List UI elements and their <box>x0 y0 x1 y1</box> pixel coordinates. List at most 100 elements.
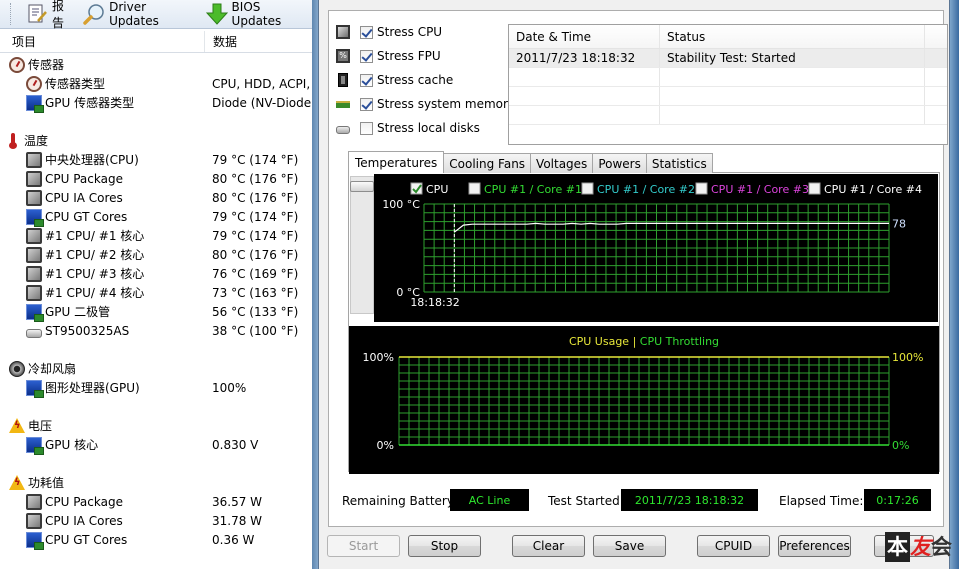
item-value: Diode (NV-Diode) <box>212 95 312 110</box>
column-header-data[interactable]: 数据 <box>204 31 237 52</box>
group-cooling-fans[interactable]: 冷却风扇 <box>0 359 312 378</box>
stress-disks-option[interactable]: Stress local disks <box>336 119 480 137</box>
list-item[interactable]: GPU 二极管 56 °C (133 °F) <box>0 302 312 322</box>
legend-item[interactable]: CPU #1 / Core #2 <box>581 182 695 196</box>
title-part: | <box>633 335 640 348</box>
slider-thumb[interactable] <box>350 181 374 192</box>
list-item[interactable]: CPU Package 80 °C (176 °F) <box>0 169 312 188</box>
group-title: 功耗值 <box>28 476 65 490</box>
group-sensors[interactable]: 传感器 <box>0 55 312 74</box>
group-voltage[interactable]: 电压 <box>0 416 312 435</box>
log-datetime: 2011/7/23 18:18:32 <box>509 49 660 67</box>
list-item[interactable]: #1 CPU/ #4 核心 73 °C (163 °F) <box>0 283 312 302</box>
legend-label: CPU #1 / Core #4 <box>824 183 922 196</box>
warning-icon <box>9 418 25 433</box>
stop-button[interactable]: Stop <box>408 535 481 557</box>
list-item[interactable]: CPU GT Cores 0.36 W <box>0 530 312 550</box>
item-name: #1 CPU/ #4 核心 <box>45 286 145 300</box>
y-axis-left-bottom-label: 0% <box>377 439 394 452</box>
tab-powers[interactable]: Powers <box>592 153 647 173</box>
start-button[interactable]: Start <box>327 535 400 557</box>
group-temperatures[interactable]: 温度 <box>0 131 312 150</box>
gauge-icon <box>26 75 42 92</box>
list-item[interactable]: 图形处理器(GPU) 100% <box>0 378 312 398</box>
list-item[interactable]: 传感器类型 CPU, HDD, ACPI, S <box>0 74 312 93</box>
clear-button[interactable]: Clear <box>512 535 585 557</box>
list-item[interactable]: GPU 传感器类型 Diode (NV-Diode) <box>0 93 312 113</box>
report-button[interactable]: 报告 <box>26 0 75 31</box>
cpuid-button[interactable]: CPUID <box>697 535 770 557</box>
list-item[interactable]: #1 CPU/ #3 核心 76 °C (169 °F) <box>0 264 312 283</box>
chip-icon <box>26 284 42 301</box>
stress-cpu-checkbox[interactable] <box>360 25 373 39</box>
item-value: 31.78 W <box>212 513 263 528</box>
chip-icon <box>26 493 42 510</box>
list-item[interactable]: CPU IA Cores 80 °C (176 °F) <box>0 188 312 207</box>
column-header-status[interactable]: Status <box>660 25 925 48</box>
chip-icon <box>26 246 42 263</box>
stress-cache-label: Stress cache <box>377 73 454 87</box>
group-power[interactable]: 功耗值 <box>0 473 312 492</box>
stress-memory-checkbox[interactable] <box>360 97 373 111</box>
stress-fpu-checkbox[interactable] <box>360 49 373 63</box>
table-row-empty <box>509 87 947 106</box>
table-row[interactable]: 2011/7/23 18:18:32 Stability Test: Start… <box>509 49 947 68</box>
chip-icon <box>26 227 42 244</box>
bios-updates-button[interactable]: BIOS Updates <box>205 0 312 28</box>
tab-statistics[interactable]: Statistics <box>645 153 713 173</box>
item-value: 79 °C (174 °F) <box>212 209 299 224</box>
chart-title: CPU Usage | CPU Throttling <box>569 335 719 348</box>
chart-grid <box>398 356 890 446</box>
item-value: CPU, HDD, ACPI, S <box>212 76 312 91</box>
legend-item[interactable]: CPU <box>410 182 448 196</box>
legend-item[interactable]: CPU #1 / Core #1 <box>468 182 582 196</box>
list-item[interactable]: GPU 核心 0.830 V <box>0 435 312 455</box>
tab-temperatures[interactable]: Temperatures <box>348 151 445 173</box>
legend-item[interactable]: CPU #1 / Core #3 <box>695 182 809 196</box>
stress-cpu-label: Stress CPU <box>377 25 443 39</box>
item-name: 中央处理器(CPU) <box>45 153 139 167</box>
item-value: 38 °C (100 °F) <box>212 323 299 338</box>
list-item[interactable]: CPU GT Cores 79 °C (174 °F) <box>0 207 312 227</box>
list-item[interactable]: 中央处理器(CPU) 79 °C (174 °F) <box>0 150 312 169</box>
list-item[interactable]: #1 CPU/ #2 核心 80 °C (176 °F) <box>0 245 312 264</box>
stress-cpu-option[interactable]: Stress CPU <box>336 23 442 41</box>
legend-item[interactable]: CPU #1 / Core #4 <box>808 182 922 196</box>
tab-voltages[interactable]: Voltages <box>530 153 594 173</box>
test-started-value: 2011/7/23 18:18:32 <box>621 489 758 511</box>
group-title: 温度 <box>24 134 49 148</box>
driver-updates-button[interactable]: Driver Updates <box>83 0 197 28</box>
list-item[interactable]: #1 CPU/ #1 核心 79 °C (174 °F) <box>0 226 312 245</box>
stress-disks-label: Stress local disks <box>377 121 480 135</box>
bios-updates-label: BIOS Updates <box>231 0 282 28</box>
legend-label: CPU #1 / Core #1 <box>484 183 582 196</box>
watermark-char: 本 <box>885 532 910 562</box>
elapsed-time-value: 0:17:26 <box>864 489 931 511</box>
toolbar-grip[interactable] <box>10 3 12 25</box>
list-item[interactable]: CPU Package 36.57 W <box>0 492 312 511</box>
list-item[interactable]: ST9500325AS 38 °C (100 °F) <box>0 321 312 340</box>
stress-cache-checkbox[interactable] <box>360 73 373 87</box>
item-name: CPU GT Cores <box>45 209 128 224</box>
chart-scale-slider[interactable] <box>350 176 374 314</box>
tab-cooling-fans[interactable]: Cooling Fans <box>443 153 532 173</box>
chart-grid <box>423 203 890 293</box>
item-value: 56 °C (133 °F) <box>212 304 299 319</box>
item-name: GPU 传感器类型 <box>45 96 135 110</box>
list-item[interactable]: CPU IA Cores 31.78 W <box>0 511 312 530</box>
gpu-icon <box>26 531 44 550</box>
preferences-button[interactable]: Preferences <box>778 535 851 557</box>
column-header-datetime[interactable]: Date & Time <box>509 25 660 48</box>
column-header-item[interactable]: 项目 <box>0 33 204 50</box>
item-name: 图形处理器(GPU) <box>45 381 140 395</box>
y-axis-right-top-label: 100% <box>892 351 923 364</box>
watermark-logo: 本 友 会 <box>885 532 952 562</box>
stress-memory-option[interactable]: Stress system memory <box>336 95 515 113</box>
stress-cache-option[interactable]: Stress cache <box>336 71 453 89</box>
item-value: 76 °C (169 °F) <box>212 266 299 281</box>
legend-label: CPU <box>426 183 448 196</box>
stress-disks-checkbox[interactable] <box>360 121 373 135</box>
save-button[interactable]: Save <box>593 535 666 557</box>
stress-fpu-option[interactable]: % Stress FPU <box>336 47 441 65</box>
driver-updates-label: Driver Updates <box>109 0 159 28</box>
